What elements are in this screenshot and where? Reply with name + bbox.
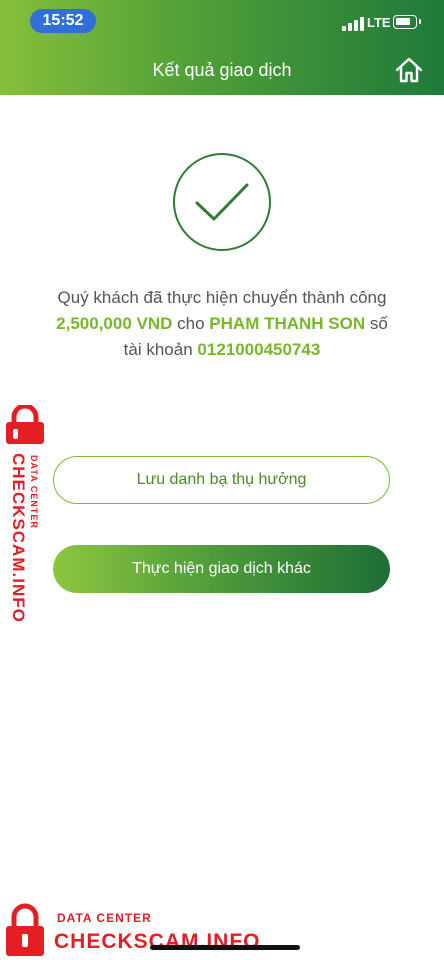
message-line-1: Quý khách đã thực hiện chuyển thành công — [57, 288, 387, 307]
home-indicator[interactable] — [150, 945, 300, 950]
watermark-small-text: DATA CENTER — [57, 911, 152, 925]
to-word: cho — [177, 314, 205, 333]
home-icon[interactable] — [394, 56, 424, 84]
page-title: Kết quả giao dịch — [152, 60, 292, 80]
side-watermark: CHECKSCAM.INFO DATA CENTER — [0, 405, 50, 625]
new-transaction-button[interactable]: Thực hiện giao dịch khác — [53, 545, 390, 593]
status-bar: 15:52 LTE — [0, 0, 444, 40]
battery-icon — [393, 15, 421, 29]
watermark-side-big: CHECKSCAM.INFO — [9, 453, 28, 623]
recipient-name: PHAM THANH SON — [209, 314, 366, 333]
bottom-watermark: DATA CENTER CHECKSCAM.INFO — [0, 900, 300, 960]
message-line-2: 2,500,000 VND cho PHAM THANH SON số — [20, 311, 424, 337]
transfer-amount: 2,500,000 VND — [56, 314, 173, 333]
account-word: số — [369, 314, 388, 333]
watermark-side-small: DATA CENTER — [29, 455, 39, 529]
watermark-lock-icon — [6, 903, 44, 956]
save-beneficiary-button[interactable]: Lưu danh bạ thụ hưởng — [53, 456, 390, 504]
account-number: 0121000450743 — [197, 340, 321, 359]
watermark-big-text: CHECKSCAM.INFO — [54, 930, 261, 953]
account-word-rest: tài khoản — [123, 340, 193, 359]
signal-icon — [342, 17, 364, 31]
app-header: 15:52 LTE Kết quả giao dịch — [0, 0, 444, 95]
watermark-lock-icon — [6, 405, 44, 444]
network-label: LTE — [367, 15, 391, 30]
message-line-3: tài khoản 0121000450743 — [20, 337, 424, 363]
result-message: Quý khách đã thực hiện chuyển thành công… — [20, 285, 424, 363]
check-circle-icon — [173, 153, 271, 251]
status-time: 15:52 — [30, 9, 96, 33]
